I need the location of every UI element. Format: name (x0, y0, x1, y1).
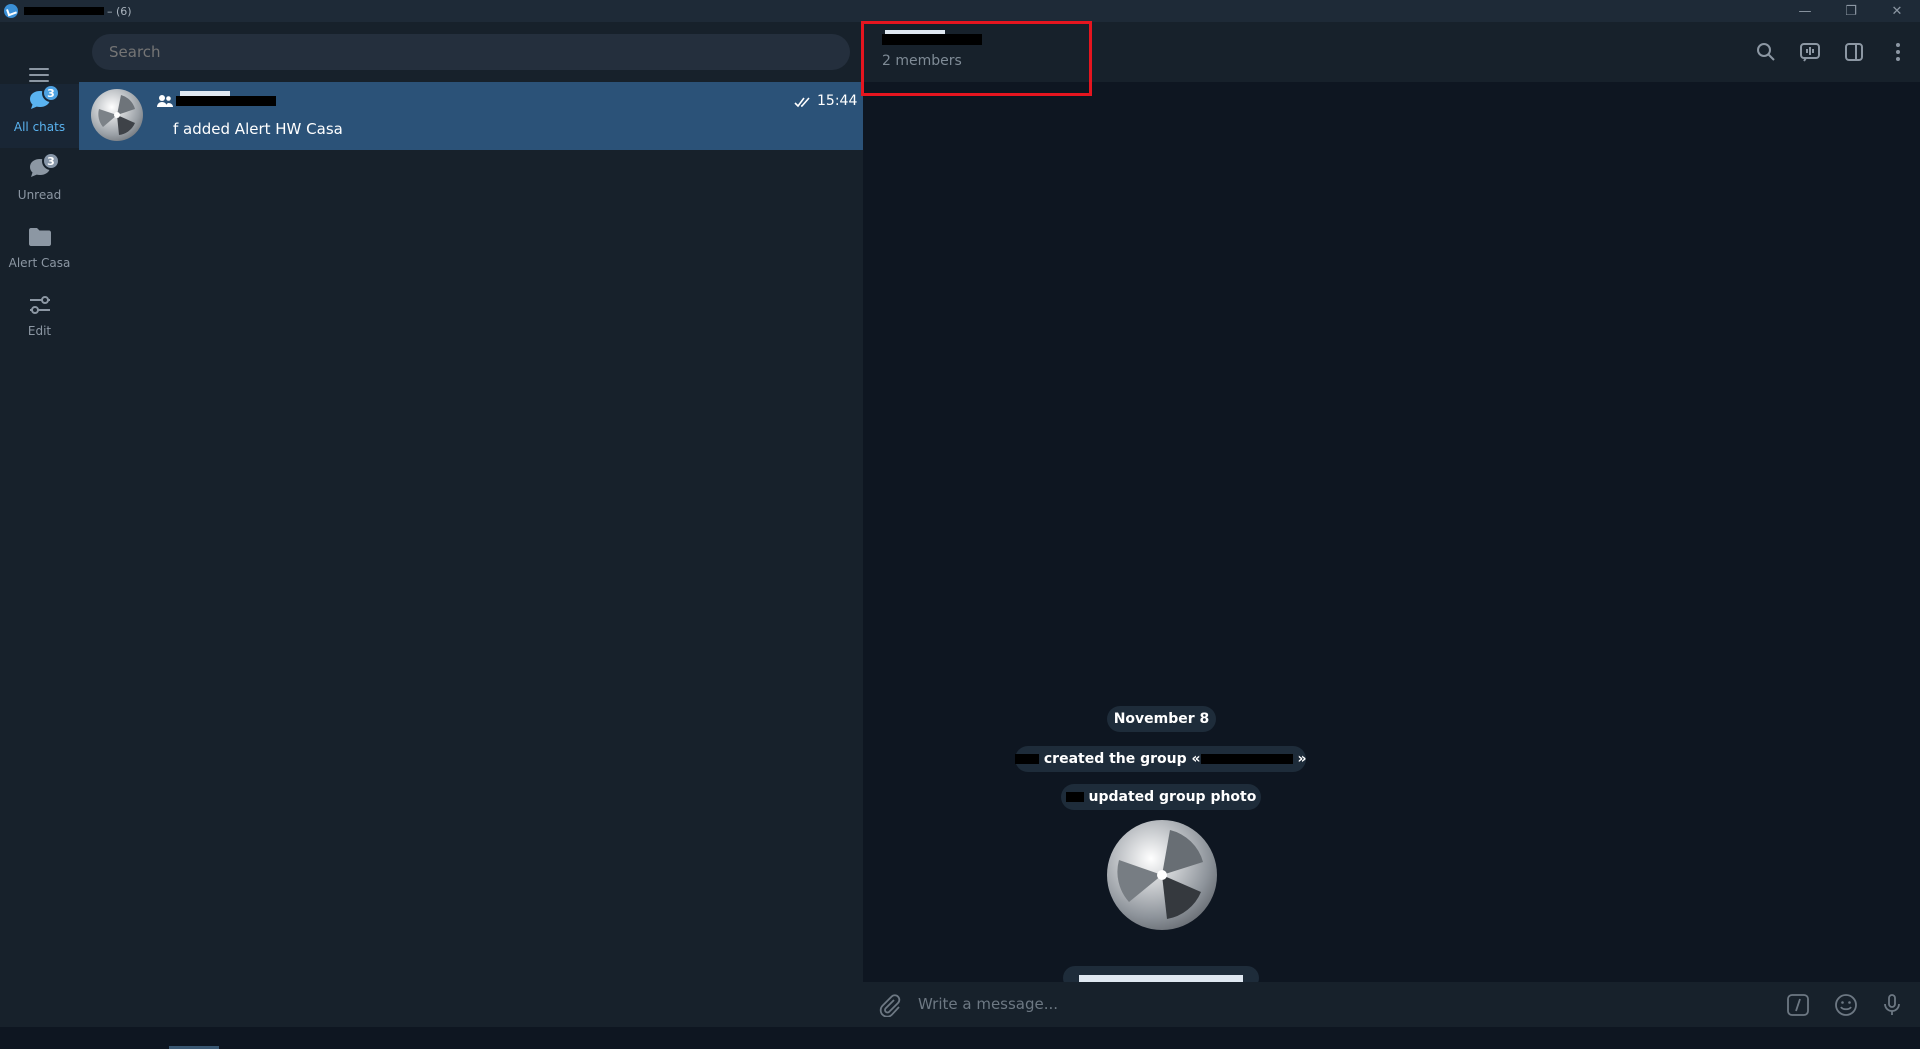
double-check-icon (794, 97, 810, 108)
paperclip-icon[interactable] (877, 993, 901, 1017)
voice-record-button[interactable] (1879, 992, 1905, 1018)
window-controls: — ❐ ✕ (1782, 0, 1920, 22)
bot-commands-button[interactable] (1785, 992, 1811, 1018)
search-button[interactable] (1744, 30, 1788, 74)
close-button[interactable]: ✕ (1874, 0, 1920, 22)
emoji-button[interactable] (1833, 992, 1859, 1018)
window-title: – (6) (107, 4, 132, 18)
folder-all-chats[interactable]: 3 All chats (0, 84, 79, 148)
restore-button[interactable]: ❐ (1828, 0, 1874, 22)
emoji-icon (1835, 994, 1857, 1016)
folder-edit[interactable]: Edit (0, 288, 79, 352)
more-vertical-icon (1896, 43, 1900, 61)
folder-alert-casa[interactable]: Alert Casa (0, 220, 79, 284)
redacted-user (1065, 792, 1084, 802)
slash-command-icon (1787, 994, 1809, 1016)
redacted-user (1015, 754, 1039, 764)
service-text-end: » (1297, 751, 1307, 767)
minimize-button[interactable]: — (1782, 0, 1828, 22)
message-input[interactable] (918, 988, 1718, 1020)
group-avatar (91, 89, 143, 141)
sidebar-toggle-button[interactable] (1832, 30, 1876, 74)
sidebar-toggle-icon (1845, 43, 1863, 61)
window-titlebar: – (6) — ❐ ✕ (0, 0, 1920, 22)
folder-label: All chats (13, 120, 66, 134)
menu-icon[interactable] (29, 68, 49, 82)
chat-list-panel: 15:44 f added Alert HW Casa (79, 22, 863, 1049)
sliders-icon (30, 296, 50, 314)
unread-badge: 3 (42, 84, 60, 102)
date-separator: November 8 (1107, 706, 1216, 732)
voice-chat-icon (1800, 43, 1820, 62)
folder-icon (29, 228, 51, 246)
folder-unread[interactable]: 3 Unread (0, 152, 79, 216)
message-composer (863, 982, 1920, 1027)
folder-label: Alert Casa (8, 256, 71, 270)
chat-preview: f added Alert HW Casa (173, 120, 343, 138)
more-options-button[interactable] (1876, 30, 1920, 74)
redacted-chat-name (176, 96, 276, 106)
telegram-logo-icon (4, 4, 18, 18)
redacted-group-name (1200, 754, 1293, 764)
unread-badge: 3 (42, 152, 60, 170)
service-text: created the group « (1043, 751, 1201, 767)
chat-time: 15:44 (817, 93, 858, 109)
search-input[interactable] (92, 34, 850, 70)
group-icon (157, 95, 173, 107)
chat-area: 2 members November 8 created the group «… (861, 21, 1920, 1027)
microphone-icon (1884, 994, 1900, 1015)
service-text: updated group photo (1088, 789, 1257, 805)
service-message-photo: updated group photo (1061, 784, 1261, 810)
highlight-annotation (861, 21, 1092, 96)
chat-list-item[interactable]: 15:44 f added Alert HW Casa (79, 82, 863, 150)
folder-label: Unread (17, 188, 62, 202)
folder-sidebar: 3 All chats 3 Unread Alert Casa Edit (0, 22, 79, 1027)
group-photo[interactable] (1107, 820, 1217, 930)
search-icon (1757, 43, 1775, 61)
redacted-window-title (24, 7, 104, 15)
header-actions (1744, 22, 1920, 82)
service-message-created: created the group « » (1015, 746, 1307, 772)
chat-header[interactable]: 2 members (861, 21, 1920, 96)
folder-label: Edit (27, 324, 52, 338)
live-stream-button[interactable] (1788, 30, 1832, 74)
